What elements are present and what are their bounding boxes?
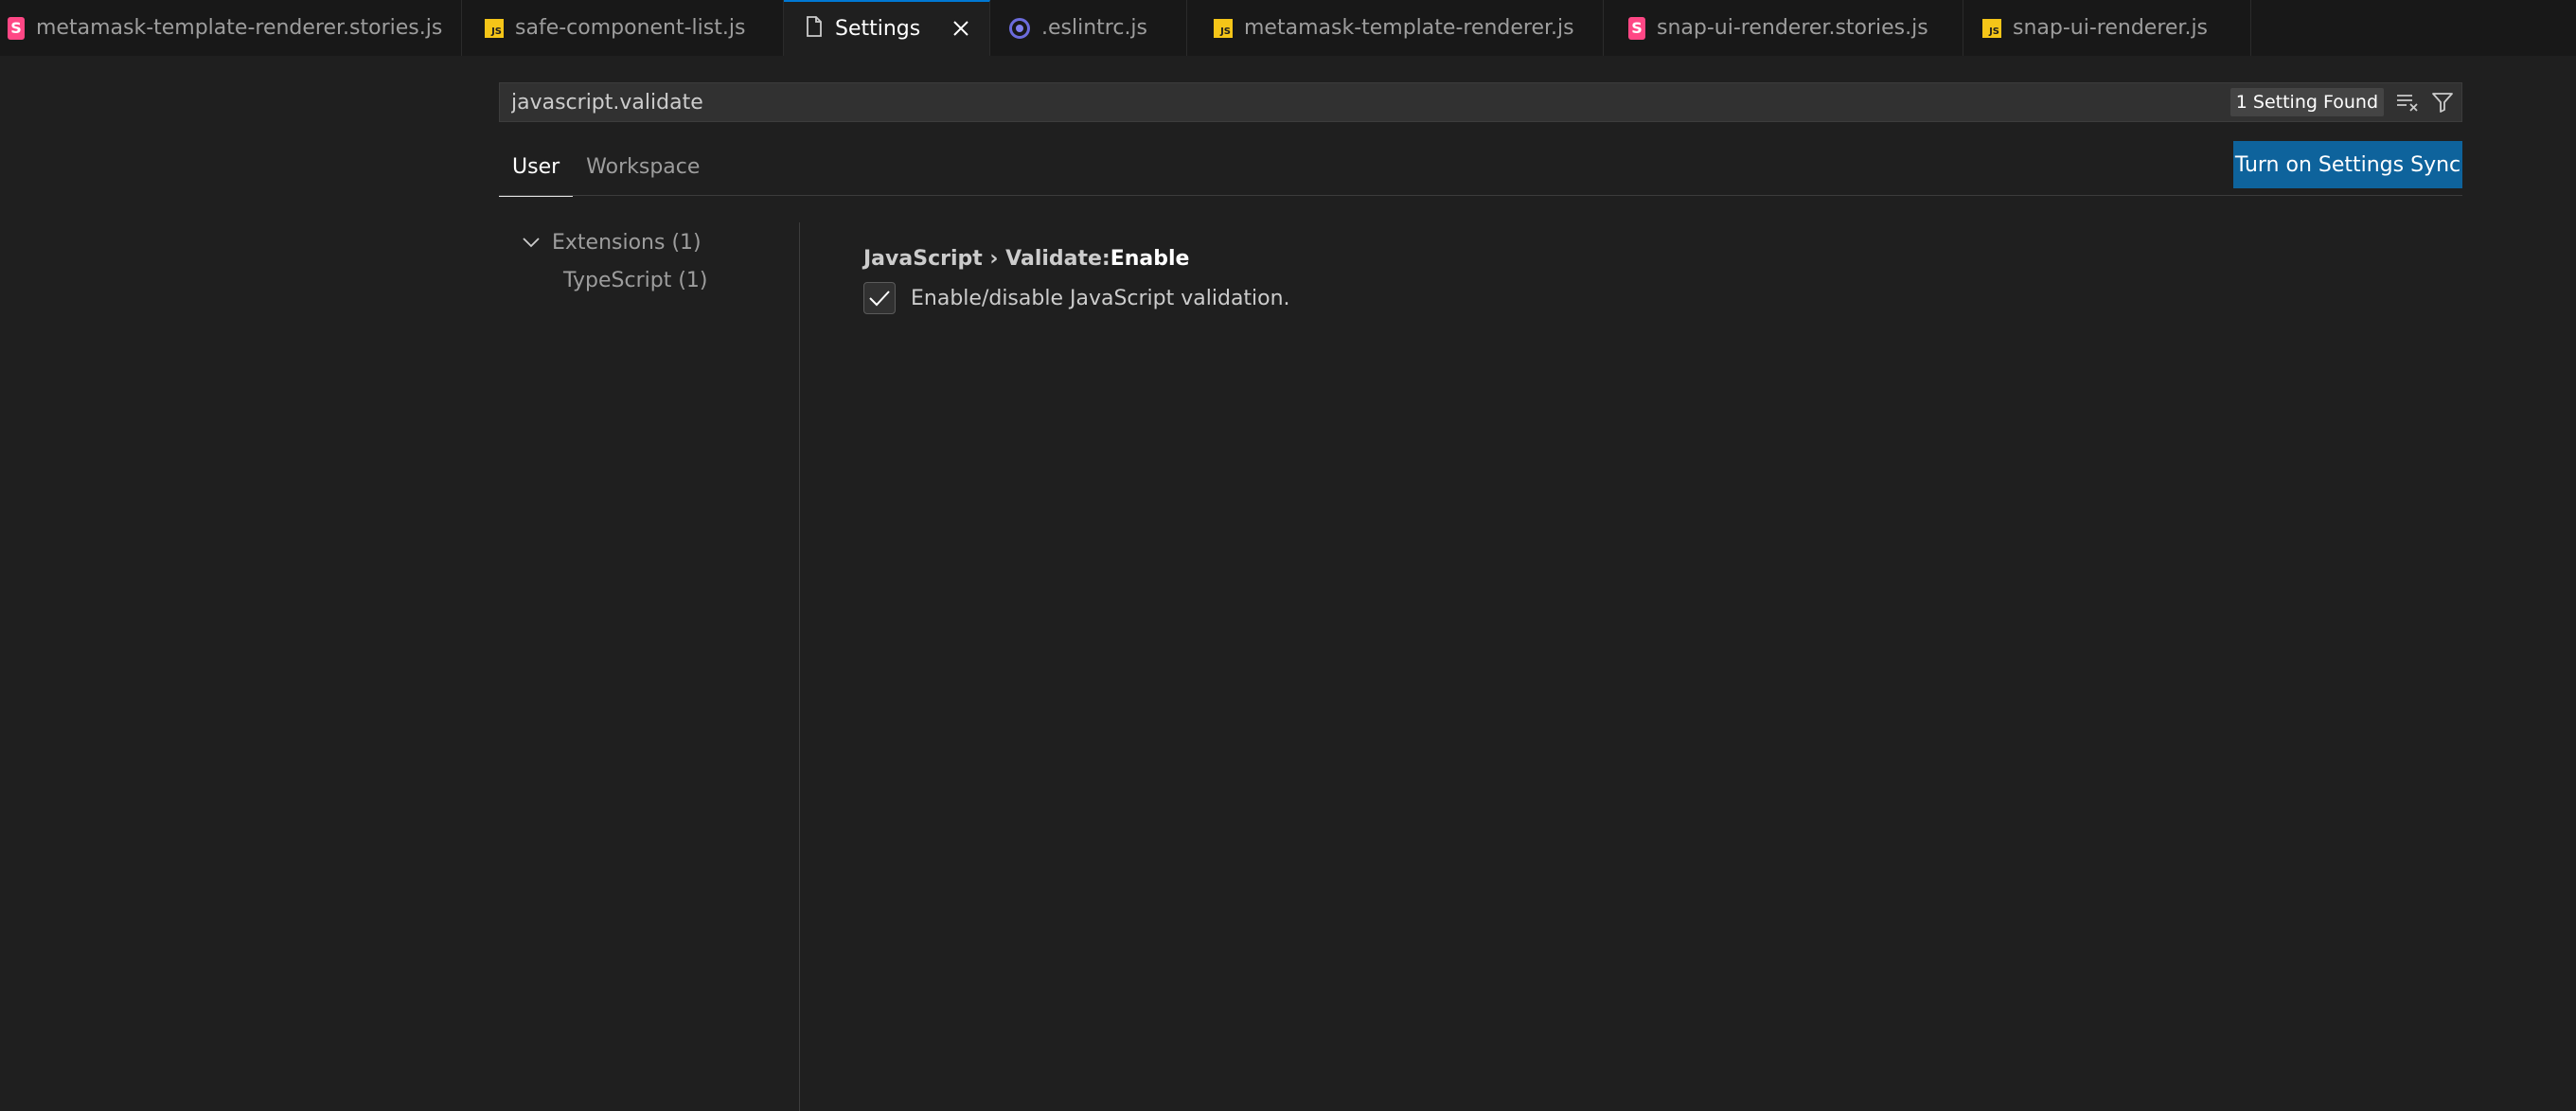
tab-safe-component-list[interactable]: JS safe-component-list.js bbox=[462, 0, 784, 56]
settings-search-input[interactable] bbox=[500, 83, 2230, 121]
js-file-icon: JS bbox=[1982, 18, 2001, 38]
tab-label: safe-component-list.js bbox=[515, 16, 746, 40]
settings-file-icon bbox=[805, 15, 824, 44]
tab-workspace[interactable]: Workspace bbox=[573, 142, 713, 197]
tab-snap-ui-renderer-stories[interactable]: S snap-ui-renderer.stories.js bbox=[1604, 0, 1963, 56]
storybook-icon: S bbox=[8, 16, 25, 40]
settings-toc: Extensions (1) TypeScript (1) bbox=[518, 223, 708, 299]
toc-item-typescript[interactable]: TypeScript (1) bbox=[518, 261, 708, 299]
toc-item-label: Extensions (1) bbox=[552, 230, 702, 255]
eslint-icon bbox=[1009, 17, 1030, 39]
toc-item-extensions[interactable]: Extensions (1) bbox=[518, 223, 708, 261]
js-file-icon: JS bbox=[485, 18, 504, 38]
editor-tab-bar: S metamask-template-renderer.stories.js … bbox=[0, 0, 2576, 56]
scope-divider bbox=[499, 195, 2462, 196]
setting-name: Enable bbox=[1110, 246, 1190, 271]
settings-search-box: 1 Setting Found bbox=[499, 82, 2462, 122]
tab-label: metamask-template-renderer.stories.js bbox=[36, 16, 443, 40]
tab-metamask-template-renderer-stories[interactable]: S metamask-template-renderer.stories.js bbox=[0, 0, 462, 56]
tab-user[interactable]: User bbox=[499, 142, 574, 197]
toc-item-label: TypeScript (1) bbox=[563, 268, 708, 292]
tab-label: snap-ui-renderer.stories.js bbox=[1657, 16, 1928, 40]
tab-label: metamask-template-renderer.js bbox=[1244, 16, 1574, 40]
js-file-icon: JS bbox=[1214, 18, 1233, 38]
setting-category: JavaScript › Validate: bbox=[863, 246, 1110, 271]
tab-label: Settings bbox=[835, 17, 921, 41]
turn-on-settings-sync-button[interactable]: Turn on Settings Sync bbox=[2233, 141, 2462, 188]
setting-description: Enable/disable JavaScript validation. bbox=[911, 286, 1290, 310]
tab-eslintrc[interactable]: .eslintrc.js bbox=[990, 0, 1187, 56]
chevron-down-icon bbox=[518, 229, 544, 256]
close-icon[interactable] bbox=[948, 15, 974, 42]
settings-found-count: 1 Setting Found bbox=[2230, 88, 2384, 116]
toc-splitter[interactable] bbox=[799, 222, 800, 1111]
tab-snap-ui-renderer[interactable]: JS snap-ui-renderer.js bbox=[1963, 0, 2251, 56]
setting-value-row: Enable/disable JavaScript validation. bbox=[863, 282, 1290, 314]
tab-settings[interactable]: Settings bbox=[784, 0, 990, 56]
setting-checkbox[interactable] bbox=[863, 282, 896, 314]
settings-scope-tabs: User Workspace bbox=[499, 142, 713, 197]
tab-label: snap-ui-renderer.js bbox=[2013, 16, 2209, 40]
tab-metamask-template-renderer[interactable]: JS metamask-template-renderer.js bbox=[1187, 0, 1604, 56]
clear-filter-icon[interactable] bbox=[2393, 87, 2424, 117]
setting-title: JavaScript › Validate: Enable bbox=[863, 242, 1290, 274]
tab-label: .eslintrc.js bbox=[1041, 16, 1148, 40]
filter-icon[interactable] bbox=[2427, 87, 2458, 117]
setting-item-javascript-validate-enable: JavaScript › Validate: Enable Enable/dis… bbox=[863, 242, 1290, 314]
storybook-icon: S bbox=[1628, 16, 1645, 40]
